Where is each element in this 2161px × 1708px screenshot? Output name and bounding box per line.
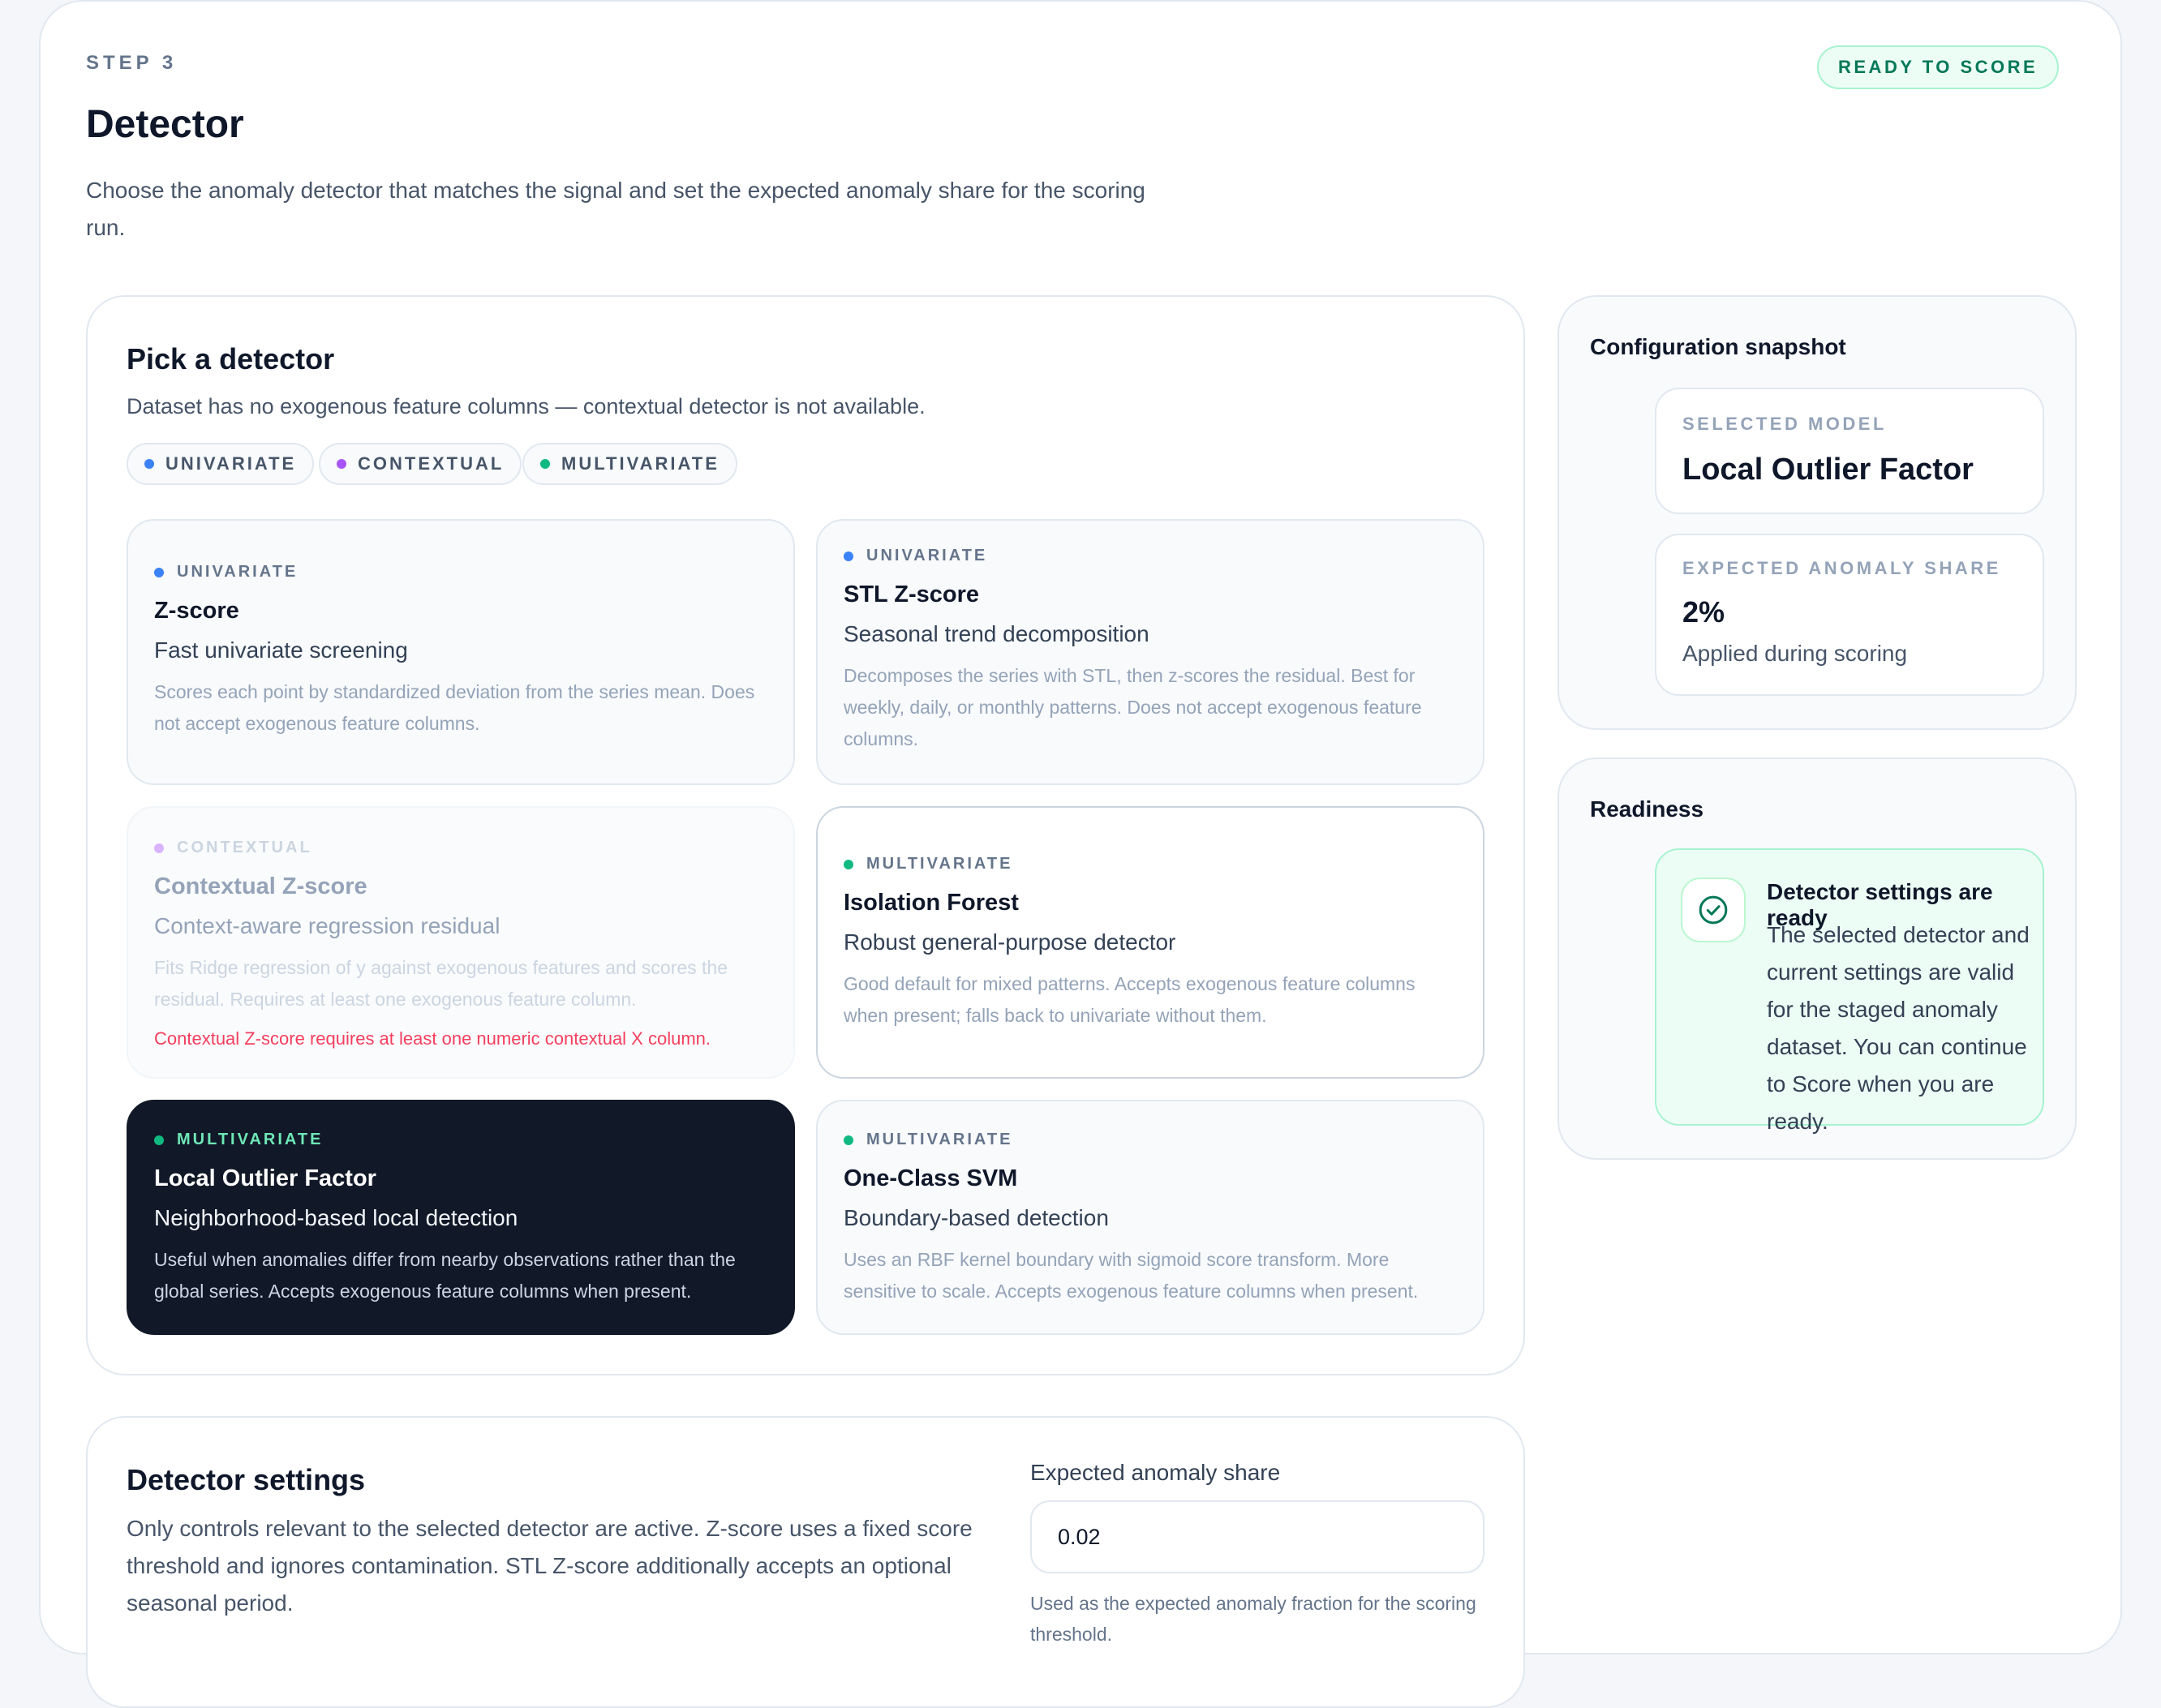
settings-title: Detector settings bbox=[127, 1463, 366, 1496]
card-tag-label: MULTIVARIATE bbox=[866, 1131, 1013, 1148]
card-tag-label: CONTEXTUAL bbox=[177, 839, 312, 856]
legend-label: CONTEXTUAL bbox=[358, 453, 505, 474]
selected-model-label: SELECTED MODEL bbox=[1682, 414, 1887, 434]
detector-card-one-class-svm[interactable]: MULTIVARIATE One-Class SVM Boundary-base… bbox=[816, 1100, 1484, 1335]
card-tag-label: UNIVARIATE bbox=[177, 563, 299, 581]
card-tag: UNIVARIATE bbox=[844, 547, 1457, 565]
selected-model-value: Local Outlier Factor bbox=[1682, 453, 1974, 487]
card-description: Fits Ridge regression of y against exoge… bbox=[154, 957, 728, 1010]
card-name: Isolation Forest bbox=[844, 890, 1019, 916]
status-badge: READY TO SCORE bbox=[1817, 45, 2060, 89]
card-tag-label: UNIVARIATE bbox=[866, 547, 988, 564]
card-description: Decomposes the series with STL, then z-s… bbox=[844, 665, 1422, 749]
card-description: Good default for mixed patterns. Accepts… bbox=[844, 973, 1416, 1026]
check-circle-icon bbox=[1681, 878, 1746, 942]
multivariate-dot-icon bbox=[844, 1135, 853, 1145]
card-tag-label: MULTIVARIATE bbox=[866, 855, 1013, 873]
step-label: STEP 3 bbox=[86, 52, 178, 74]
card-name: Z-score bbox=[154, 598, 239, 624]
card-subtitle: Seasonal trend decomposition bbox=[844, 621, 1149, 646]
legend-contextual: CONTEXTUAL bbox=[319, 443, 522, 485]
readiness-title: Readiness bbox=[1590, 796, 1704, 822]
card-tag-label: MULTIVARIATE bbox=[177, 1131, 324, 1148]
card-subtitle: Neighborhood-based local detection bbox=[154, 1205, 518, 1230]
card-tag: MULTIVARIATE bbox=[844, 855, 1457, 873]
legend-multivariate: MULTIVARIATE bbox=[522, 443, 737, 485]
card-name: Local Outlier Factor bbox=[154, 1165, 376, 1191]
selected-model-box: SELECTED MODEL Local Outlier Factor bbox=[1655, 388, 2044, 514]
picker-title: Pick a detector bbox=[127, 342, 335, 376]
readiness-status-text: The selected detector and current settin… bbox=[1767, 922, 2030, 1134]
detector-card-z-score[interactable]: UNIVARIATE Z-score Fast univariate scree… bbox=[127, 519, 795, 785]
expected-share-snapshot-value: 2% bbox=[1682, 595, 1725, 629]
detector-card-contextual-z-score: CONTEXTUAL Contextual Z-score Context-aw… bbox=[127, 806, 795, 1079]
card-error-message: Contextual Z-score requires at least one… bbox=[154, 1028, 711, 1049]
page-description: Choose the anomaly detector that matches… bbox=[86, 178, 1145, 240]
card-name: STL Z-score bbox=[844, 581, 980, 607]
card-description: Uses an RBF kernel boundary with sigmoid… bbox=[844, 1249, 1419, 1302]
detector-card-stl-z-score[interactable]: UNIVARIATE STL Z-score Seasonal trend de… bbox=[816, 519, 1484, 785]
card-description: Scores each point by standardized deviat… bbox=[154, 681, 755, 734]
legend-label: UNIVARIATE bbox=[165, 453, 297, 474]
multivariate-dot-icon bbox=[844, 859, 853, 869]
expected-share-help: Used as the expected anomaly fraction fo… bbox=[1030, 1593, 1476, 1645]
multivariate-dot-icon bbox=[540, 459, 550, 469]
expected-share-box: EXPECTED ANOMALY SHARE 2% Applied during… bbox=[1655, 534, 2044, 696]
card-subtitle: Boundary-based detection bbox=[844, 1205, 1109, 1230]
univariate-dot-icon bbox=[144, 459, 154, 469]
detector-card-local-outlier-factor[interactable]: MULTIVARIATE Local Outlier Factor Neighb… bbox=[127, 1100, 795, 1335]
card-description: Useful when anomalies differ from nearby… bbox=[154, 1249, 736, 1302]
card-tag: CONTEXTUAL bbox=[154, 839, 767, 857]
page-title: Detector bbox=[86, 103, 244, 146]
snapshot-title: Configuration snapshot bbox=[1590, 334, 1846, 359]
contextual-dot-icon bbox=[154, 843, 164, 853]
univariate-dot-icon bbox=[844, 551, 853, 561]
expected-share-input[interactable] bbox=[1030, 1500, 1484, 1573]
card-subtitle: Context-aware regression residual bbox=[154, 913, 501, 938]
readiness-status-card: Detector settings are ready The selected… bbox=[1655, 848, 2044, 1134]
card-tag: MULTIVARIATE bbox=[154, 1131, 767, 1149]
settings-description: Only controls relevant to the selected d… bbox=[127, 1516, 973, 1616]
contextual-dot-icon bbox=[337, 459, 346, 469]
card-name: Contextual Z-score bbox=[154, 873, 367, 899]
expected-share-snapshot-label: EXPECTED ANOMALY SHARE bbox=[1682, 558, 2001, 578]
picker-subtitle: Dataset has no exogenous feature columns… bbox=[127, 394, 926, 418]
multivariate-dot-icon bbox=[154, 1135, 164, 1145]
legend-univariate: UNIVARIATE bbox=[127, 443, 315, 485]
detector-card-isolation-forest[interactable]: MULTIVARIATE Isolation Forest Robust gen… bbox=[816, 806, 1484, 1079]
card-subtitle: Robust general-purpose detector bbox=[844, 929, 1176, 955]
card-subtitle: Fast univariate screening bbox=[154, 637, 408, 663]
univariate-dot-icon bbox=[154, 567, 164, 577]
expected-share-label: Expected anomaly share bbox=[1030, 1460, 1281, 1485]
card-tag: MULTIVARIATE bbox=[844, 1131, 1457, 1149]
card-tag: UNIVARIATE bbox=[154, 563, 767, 581]
legend-label: MULTIVARIATE bbox=[561, 453, 720, 474]
expected-share-snapshot-note: Applied during scoring bbox=[1682, 641, 1908, 666]
card-name: One-Class SVM bbox=[844, 1165, 1018, 1191]
